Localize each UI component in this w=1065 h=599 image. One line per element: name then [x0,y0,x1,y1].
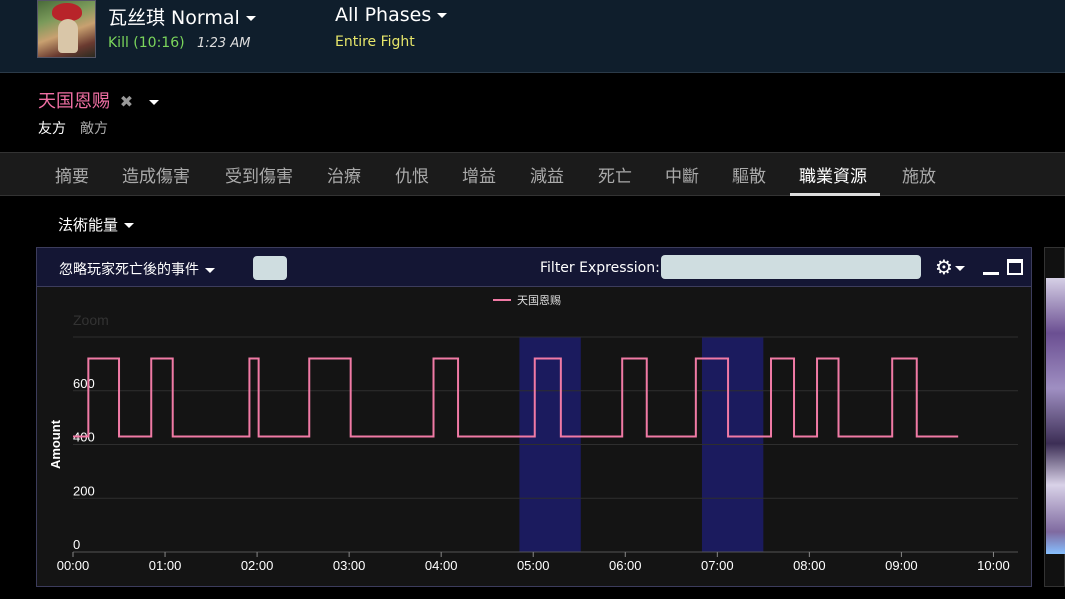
graph-toolbar: 忽略玩家死亡後的事件 Filter Expression: ⚙ [37,248,1031,287]
resource-type-selector[interactable]: 法術能量 [58,214,135,235]
gear-icon: ⚙ [935,255,953,279]
filter-expression-input[interactable] [661,255,921,279]
tab-deaths[interactable]: 死亡 [598,162,632,187]
kill-status: Kill (10:16) [108,35,185,51]
side-artwork [1046,278,1065,554]
ignore-death-dropdown[interactable]: 忽略玩家死亡後的事件 [59,259,215,279]
ignore-death-toggle[interactable] [253,256,287,280]
y-axis-title: Amount [48,419,63,469]
x-tick-label: 10:00 [977,558,1010,573]
side-enemy-link[interactable]: 敵方 [80,118,108,138]
chevron-down-icon[interactable] [148,99,159,105]
x-tick-label: 02:00 [241,558,274,573]
x-tick-label: 01:00 [149,558,182,573]
resource-type-label: 法術能量 [58,216,119,234]
x-tick-label: 03:00 [333,558,366,573]
side-friendly-link[interactable]: 友方 [38,118,66,138]
resource-chart[interactable]: 020040060000:00 01:00 02:00 03:00 04:00 05:00… [37,288,1031,586]
chevron-down-icon [245,16,256,21]
chart-area: 0 200 400 600 00:00 01:00 02:00 03:00 04:00 05:00… [37,288,1031,586]
x-tick-label: 05:00 [517,558,550,573]
chevron-down-icon [437,13,448,18]
tab-healing[interactable]: 治療 [327,162,361,187]
report-tabs: 摘要 造成傷害 受到傷害 治療 仇恨 增益 減益 死亡 中斷 驅散 職業資源 施… [0,152,1065,196]
boss-portrait-body [58,19,78,53]
kill-time: 1:23 AM [197,36,251,51]
phase-sub-label[interactable]: Entire Fight [335,34,415,50]
chevron-down-icon [124,223,135,228]
tab-summary[interactable]: 摘要 [55,162,89,187]
tab-damage-taken[interactable]: 受到傷害 [225,162,293,187]
y-tick-label: 0 [73,537,80,552]
tab-casts[interactable]: 施放 [902,162,936,187]
zoom-label: Zoom [73,312,109,328]
tab-debuffs[interactable]: 減益 [530,162,564,187]
player-name: 天国恩赐 [38,91,110,112]
ignore-death-label: 忽略玩家死亡後的事件 [59,262,199,278]
x-tick-label: 06:00 [609,558,642,573]
tab-dispels[interactable]: 驅散 [732,162,766,187]
tab-damage-done[interactable]: 造成傷害 [122,162,190,187]
player-selector[interactable]: 天国恩赐 ✖ [38,87,159,113]
maximize-icon[interactable] [1007,259,1023,275]
boss-selector[interactable]: 瓦丝琪 Normal [108,3,256,30]
boss-portrait[interactable] [37,0,96,58]
tab-interrupts[interactable]: 中斷 [665,162,699,187]
legend-label[interactable]: 天国恩赐 [517,294,561,307]
filter-expression-label: Filter Expression: [540,260,660,276]
graph-settings-button[interactable]: ⚙ [935,255,969,279]
chevron-down-icon [205,267,215,273]
minimize-icon[interactable] [983,272,999,275]
chevron-down-icon [954,266,965,271]
active-tab-indicator [790,193,880,196]
x-tick-label: 07:00 [701,558,734,573]
y-tick-label: 200 [73,483,95,498]
x-tick-label: 09:00 [885,558,918,573]
series-line[interactable] [73,357,959,438]
x-tick-label: 04:00 [425,558,458,573]
x-tick-label: 00:00 [57,558,90,573]
resource-graph-panel: 忽略玩家死亡後的事件 Filter Expression: ⚙ 0 200 400 6… [36,247,1032,587]
x-tick-label: 08:00 [793,558,826,573]
y-tick-label: 600 [73,376,95,391]
phase-selector[interactable]: All Phases [335,4,448,26]
side-panel [1044,247,1065,587]
fight-header: 瓦丝琪 Normal Kill (10:16) 1:23 AM All Phas… [0,0,1065,73]
remove-player-icon[interactable]: ✖ [120,92,133,111]
boss-name: 瓦丝琪 Normal [108,7,240,29]
phase-label: All Phases [335,4,432,26]
tab-threat[interactable]: 仇恨 [395,162,429,187]
tab-buffs[interactable]: 增益 [462,162,496,187]
tab-resources[interactable]: 職業資源 [799,162,867,187]
